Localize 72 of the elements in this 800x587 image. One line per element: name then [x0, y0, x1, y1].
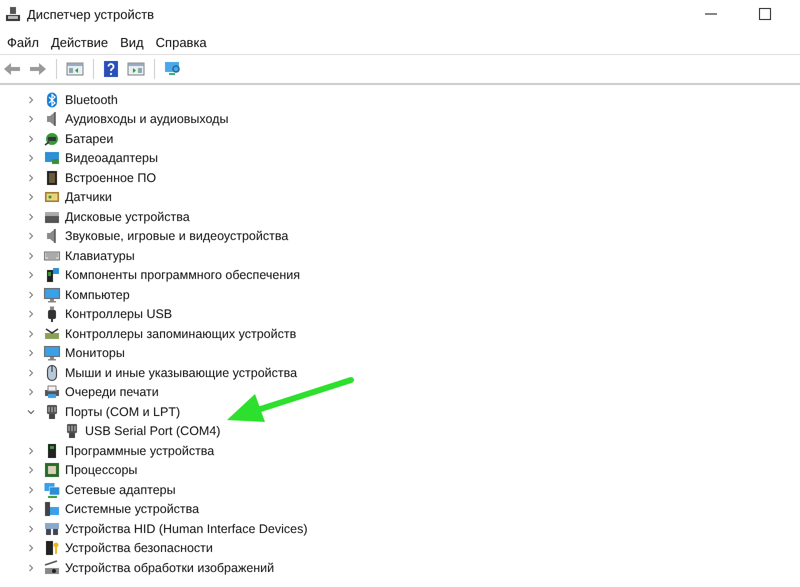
menu-item[interactable]: Вид — [114, 32, 150, 52]
tree-item[interactable]: Батареи — [65, 132, 114, 146]
expand-chevron-icon[interactable] — [26, 172, 36, 183]
expand-chevron-icon[interactable] — [26, 348, 36, 358]
expand-chevron-icon[interactable] — [26, 562, 36, 573]
expand-chevron-icon[interactable] — [26, 387, 36, 398]
tree-item[interactable]: Звуковые, игровые и видеоустройства — [65, 229, 288, 244]
expand-chevron-icon[interactable] — [26, 94, 36, 105]
storage-controller-icon — [44, 326, 60, 342]
system-icon — [44, 501, 60, 518]
expand-chevron-icon[interactable] — [26, 231, 36, 242]
bluetooth-icon — [44, 92, 60, 108]
maximize-icon[interactable] — [759, 8, 771, 20]
tree-item[interactable]: Порты (COM и LPT) — [65, 404, 180, 419]
expand-chevron-icon[interactable] — [26, 524, 36, 534]
tree-item[interactable]: Сетевые адаптеры — [65, 482, 176, 497]
tree-item[interactable]: Очереди печати — [65, 385, 159, 400]
tree-item[interactable]: Компьютер — [65, 288, 130, 302]
monitor-icon — [44, 345, 60, 362]
app-icon — [5, 6, 21, 22]
security-key-icon — [44, 540, 60, 556]
monitor-icon — [44, 286, 60, 303]
expand-chevron-icon[interactable] — [26, 543, 36, 554]
expand-chevron-icon[interactable] — [26, 446, 36, 456]
tree-item[interactable]: Устройства HID (Human Interface Devices) — [65, 522, 308, 536]
expand-chevron-icon[interactable] — [26, 484, 36, 495]
minimize-icon[interactable] — [705, 13, 717, 15]
tree-item[interactable]: Контроллеры запоминающих устройств — [65, 326, 296, 341]
display-adapter-icon — [44, 150, 60, 166]
window-title: Диспетчер устройств — [27, 6, 154, 22]
expand-chevron-icon[interactable] — [26, 368, 36, 378]
tree-item[interactable]: Аудиовходы и аудиовыходы — [65, 112, 228, 126]
tree-item[interactable]: Мыши и иные указывающие устройства — [65, 366, 298, 380]
tree-item[interactable]: Системные устройства — [65, 502, 200, 516]
expand-chevron-icon[interactable] — [26, 192, 36, 202]
chip-icon — [44, 170, 60, 186]
tree-item[interactable]: Видеоадаптеры — [65, 151, 158, 166]
menu-item[interactable]: Справка — [150, 32, 213, 52]
expand-chevron-icon[interactable] — [26, 309, 36, 320]
tree-item[interactable]: Программные устройства — [65, 444, 214, 458]
tree-item[interactable]: Bluetooth — [65, 92, 118, 107]
tree-item[interactable]: Дисковые устройства — [65, 210, 190, 224]
port-icon — [64, 423, 80, 440]
printer-icon — [44, 384, 60, 400]
tree-item[interactable]: Встроенное ПО — [65, 170, 156, 185]
tree-item[interactable]: Клавиатуры — [65, 248, 135, 263]
expand-chevron-icon[interactable] — [26, 504, 36, 514]
tree-item[interactable]: USB Serial Port (COM4) — [85, 424, 220, 438]
tree-item[interactable]: Компоненты программного обеспечения — [65, 268, 300, 282]
network-icon — [44, 482, 60, 498]
component-icon — [44, 267, 60, 284]
port-icon — [44, 404, 60, 420]
expand-chevron-icon[interactable] — [26, 153, 36, 164]
tree-item[interactable]: Контроллеры USB — [65, 307, 172, 322]
tree-item[interactable]: Устройства безопасности — [65, 541, 213, 556]
expand-chevron-icon[interactable] — [26, 465, 36, 476]
menu-item[interactable]: Действие — [44, 32, 114, 52]
processor-icon — [44, 462, 60, 478]
mouse-icon — [44, 364, 60, 381]
expand-chevron-icon[interactable] — [26, 134, 36, 144]
expand-chevron-icon[interactable] — [26, 290, 36, 300]
tree-item[interactable]: Процессоры — [65, 463, 138, 478]
menu-item[interactable]: Файл — [1, 32, 45, 52]
tree-item[interactable]: Устройства обработки изображений — [65, 560, 274, 575]
expand-chevron-icon[interactable] — [26, 250, 36, 261]
expand-chevron-icon[interactable] — [26, 114, 36, 124]
tree-item[interactable]: Датчики — [65, 190, 112, 204]
expand-chevron-icon[interactable] — [26, 328, 36, 339]
expand-chevron-icon[interactable] — [26, 270, 36, 280]
hid-device-icon — [44, 520, 60, 537]
expand-chevron-icon[interactable] — [26, 212, 36, 222]
tree-item[interactable]: Мониторы — [65, 346, 125, 360]
